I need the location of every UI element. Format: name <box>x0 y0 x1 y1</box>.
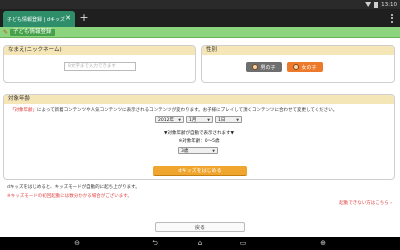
back-button[interactable]: 戻る <box>155 222 245 232</box>
girl-face-icon <box>293 64 300 70</box>
age-range-label: ※対象年齢：0～5歳 <box>178 139 220 144</box>
help-link[interactable]: 起動できない方はこちら › <box>339 200 392 206</box>
recent-apps-icon[interactable]: ▭ <box>238 239 248 248</box>
navigation-bar: ⊖ ⮌ ⌂ ▭ ⊕ <box>0 237 400 250</box>
year-value: 2012年 <box>158 117 174 123</box>
gender-girl-label: 女の子 <box>301 64 317 71</box>
gender-panel-title: 性別 <box>202 46 394 55</box>
battery-icon <box>374 1 379 8</box>
gender-boy-label: 男の子 <box>260 64 276 71</box>
page-title: 子ども情報登録 <box>10 29 55 36</box>
back-arrow-icon[interactable]: ⮌ <box>150 239 160 248</box>
menu-icon[interactable] <box>388 12 396 24</box>
start-dkids-button[interactable]: dキッズをはじめる <box>153 166 247 176</box>
zoom-in-icon[interactable]: ⊕ <box>318 239 328 248</box>
grade-select[interactable]: 3歳 ▼ <box>178 147 218 154</box>
day-value: 1日 <box>218 117 226 123</box>
wifi-icon <box>365 2 372 7</box>
home-icon[interactable]: ⌂ <box>195 239 205 248</box>
month-select[interactable]: 1月 ▼ <box>186 116 213 123</box>
year-select[interactable]: 2012年 ▼ <box>155 116 184 123</box>
age-description-key: 「対象年齢」 <box>10 108 37 113</box>
close-icon[interactable]: ✕ <box>65 14 71 22</box>
age-panel-title: 対象年齢 <box>4 95 394 104</box>
day-select[interactable]: 1日 ▼ <box>215 116 242 123</box>
tab-title: 子ども情報登録 | dキッズ <box>7 16 66 23</box>
chevron-down-icon: ▼ <box>212 148 215 153</box>
info-note: dキッズをはじめると、キッズモードが自動的に起ち上がります。 <box>7 185 140 190</box>
status-bar: 13:10 <box>0 0 400 9</box>
name-panel-title: なまえ(ニックネーム) <box>4 46 195 55</box>
status-icons: 13:10 <box>365 0 397 9</box>
browser-tab[interactable]: 子ども情報登録 | dキッズ ✕ <box>3 11 75 27</box>
new-tab-button[interactable]: + <box>78 12 90 24</box>
month-value: 1月 <box>189 117 197 123</box>
status-time: 13:10 <box>381 1 397 8</box>
gender-girl-button[interactable]: 女の子 <box>287 62 323 72</box>
age-description-text: によって新着コンテンツや人気コンテンツに表示されるコンテンツが変わります。お子様… <box>37 108 338 113</box>
name-panel: なまえ(ニックネーム) <box>3 45 196 83</box>
zoom-out-icon[interactable]: ⊖ <box>72 239 82 248</box>
chevron-down-icon: ▼ <box>236 117 239 122</box>
nickname-input[interactable] <box>64 62 136 71</box>
page-header: ✎ 子ども情報登録 <box>0 27 400 38</box>
gender-panel: 性別 男の子 女の子 <box>201 45 395 83</box>
birthdate-selects: 2012年 ▼ 1月 ▼ 1日 ▼ <box>155 116 242 123</box>
chevron-down-icon: ▼ <box>207 117 210 122</box>
chevron-down-icon: ▼ <box>178 117 181 122</box>
browser-chrome: 子ども情報登録 | dキッズ ✕ + <box>0 9 400 27</box>
help-link-text: 起動できない方はこちら <box>339 201 389 206</box>
boy-face-icon <box>252 64 259 70</box>
age-description: 「対象年齢」によって新着コンテンツや人気コンテンツに表示されるコンテンツが変わり… <box>10 107 390 113</box>
pencil-icon: ✎ <box>3 29 9 36</box>
warning-note: ※キッズモードの初回起動には数分かかる場合がございます。 <box>7 194 132 199</box>
chevron-right-icon: › <box>390 201 392 206</box>
auto-age-note: ▼対象年齢が自動で表示されます▼ <box>164 131 234 136</box>
gender-boy-button[interactable]: 男の子 <box>246 62 282 72</box>
grade-value: 3歳 <box>181 148 189 154</box>
